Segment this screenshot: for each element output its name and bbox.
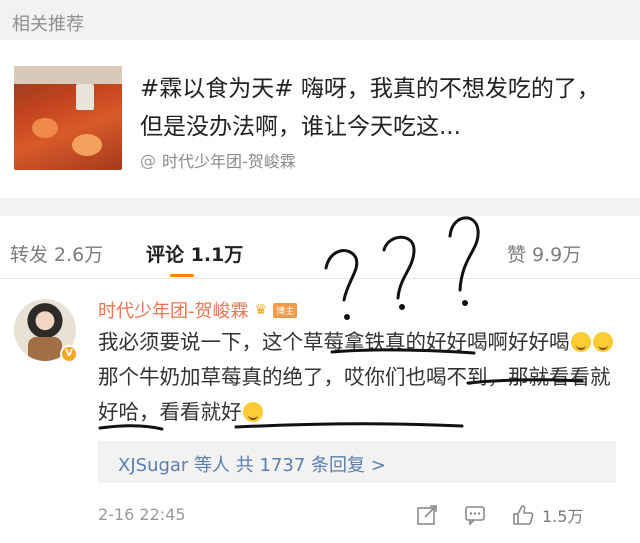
comment-actions: 1.5万 [416, 503, 583, 527]
tab-like[interactable]: 赞 9.9万 [507, 240, 581, 267]
comment-text-underlined: 你们也喝不到 [364, 365, 488, 389]
thumbs-up-icon [513, 505, 534, 525]
thumbnail-food-chunk [32, 118, 58, 138]
comment-icon[interactable] [464, 504, 486, 526]
related-header: 相关推荐 [0, 0, 640, 40]
post-thumbnail[interactable] [14, 66, 122, 170]
post-tabs: 转发 2.6万 评论 1.1万 赞 9.9万 [0, 216, 640, 279]
replies-link[interactable]: XJSugar 等人 共 1737 条回复 > [118, 451, 386, 477]
comment-text-part: ，那就 [487, 365, 550, 389]
host-badge: 博主 [273, 302, 298, 318]
grin-emoji-icon [242, 402, 263, 422]
crown-icon: ♛ [254, 302, 268, 318]
thumbnail-glare [76, 84, 94, 110]
comment-like-count: 1.5万 [542, 507, 584, 526]
tab-repost[interactable]: 转发 2.6万 [10, 240, 103, 267]
comment-text-part: 好好喝啊好好喝 [426, 330, 570, 354]
related-title: 相关推荐 [12, 14, 84, 35]
crying-emoji-icon [570, 332, 591, 352]
comment-text-part: 我必须要说一下，这个 [98, 330, 303, 354]
active-tab-indicator [170, 274, 194, 277]
comment-text-underlined: 草莓拿铁真的 [303, 330, 426, 354]
avatar-figure [28, 337, 62, 361]
tab-comment[interactable]: 评论 1.1万 [146, 240, 243, 267]
verified-badge: V [60, 345, 78, 363]
recommended-post-card[interactable]: #霖以食为天# 嗨呀，我真的不想发吃的了，但是没办法啊，谁让今天吃这... @ … [0, 48, 640, 198]
thumbnail-rim [14, 66, 122, 84]
crying-emoji-icon [592, 332, 613, 352]
comment-text-part: 那个牛奶加草莓真的绝了，哎 [98, 365, 365, 389]
comment-item: V 时代少年团-贺峻霖 ♛ 博主 我必须要说一下，这个草莓拿铁真的好好喝啊好好喝… [0, 279, 640, 543]
post-source[interactable]: @ 时代少年团-贺峻霖 [140, 148, 296, 172]
comment-text: 我必须要说一下，这个草莓拿铁真的好好喝啊好好喝那个牛奶加草莓真的绝了，哎你们也喝… [98, 325, 618, 430]
at-icon: @ [140, 150, 156, 170]
comment-author-line: 时代少年团-贺峻霖 ♛ 博主 [98, 297, 298, 323]
share-icon[interactable] [416, 504, 438, 526]
comment-author-name[interactable]: 时代少年团-贺峻霖 [98, 297, 249, 323]
post-text: #霖以食为天# 嗨呀，我真的不想发吃的了，但是没办法啊，谁让今天吃这... [140, 76, 600, 140]
replies-box[interactable]: XJSugar 等人 共 1737 条回复 > [98, 441, 616, 483]
comment-like[interactable]: 1.5万 [512, 503, 583, 527]
comment-timestamp: 2-16 22:45 [98, 505, 186, 524]
section-gap [0, 198, 640, 216]
thumbnail-food-chunk [72, 134, 102, 156]
post-source-name: 时代少年团-贺峻霖 [162, 152, 296, 171]
